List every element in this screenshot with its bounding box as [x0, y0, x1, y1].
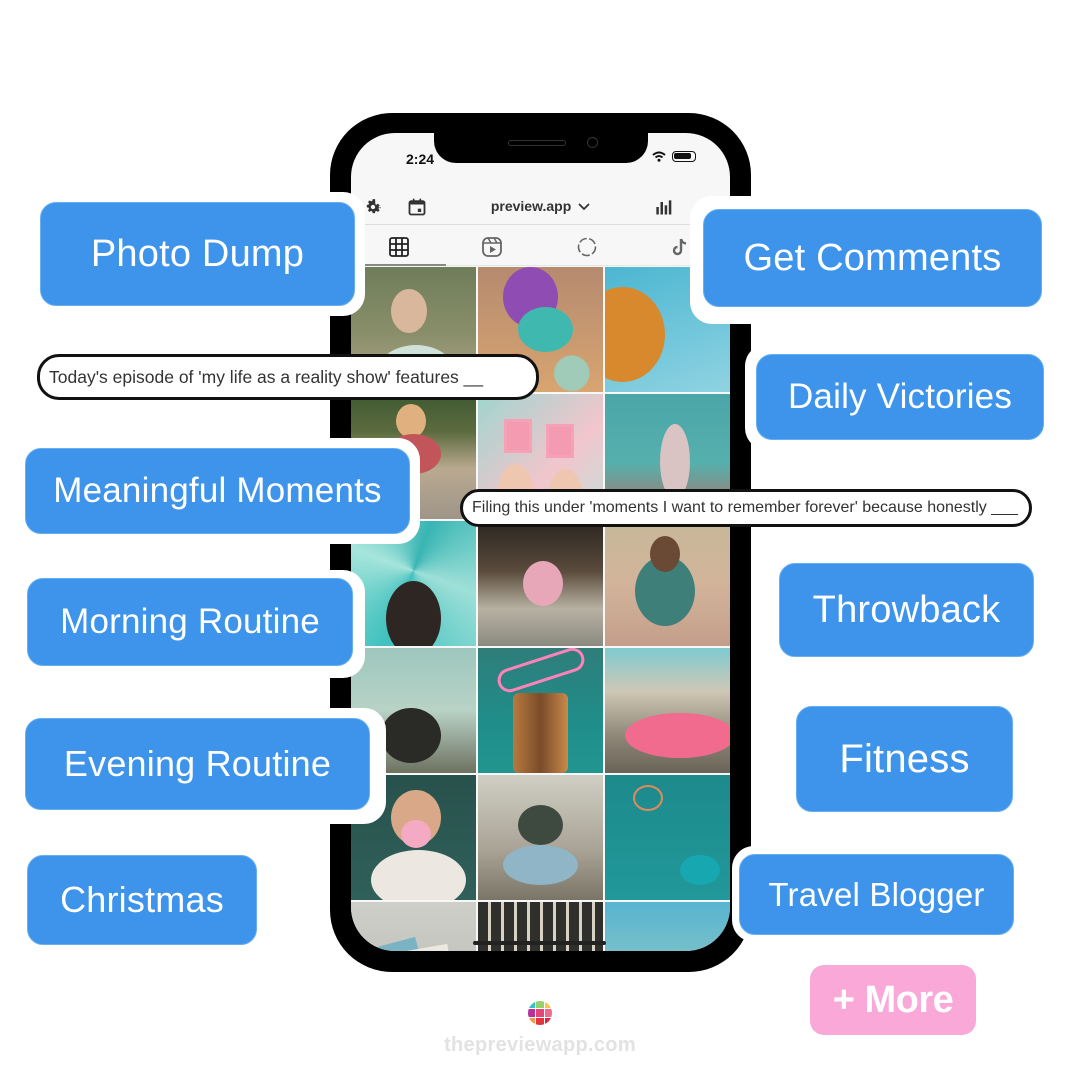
tag-travel-blogger[interactable]: Travel Blogger [739, 854, 1014, 935]
grid-icon[interactable] [388, 236, 410, 258]
grid-photo[interactable] [351, 902, 476, 951]
bar-chart-icon[interactable] [653, 197, 673, 217]
home-indicator [473, 941, 606, 945]
account-switcher[interactable]: preview.app [351, 198, 730, 214]
preview-app-logo [528, 1001, 552, 1025]
status-icons [652, 151, 696, 162]
tag-christmas[interactable]: Christmas [27, 855, 257, 945]
tag-fitness[interactable]: Fitness [796, 706, 1013, 812]
front-camera [587, 137, 598, 148]
tiktok-icon[interactable] [669, 236, 691, 258]
tag-daily-victories[interactable]: Daily Victories [756, 354, 1044, 440]
phone-screen: 2:24 preview.app [351, 133, 730, 951]
grid-photo[interactable] [605, 648, 730, 773]
grid-photo[interactable] [478, 648, 603, 773]
wifi-icon [652, 151, 666, 162]
grid-photo[interactable] [605, 902, 730, 951]
reels-icon[interactable] [481, 236, 503, 258]
grid-photo[interactable] [605, 521, 730, 646]
tag-throwback[interactable]: Throwback [779, 563, 1034, 657]
app-header: preview.app [351, 189, 730, 225]
website-url[interactable]: thepreviewapp.com [0, 1034, 1080, 1057]
more-button[interactable]: + More [810, 965, 976, 1035]
stories-icon[interactable] [576, 236, 598, 258]
caption-moments[interactable]: Filing this under 'moments I want to rem… [460, 489, 1032, 527]
account-name: preview.app [490, 198, 572, 214]
active-tab-indicator [351, 264, 446, 266]
tag-photo-dump[interactable]: Photo Dump [40, 202, 355, 306]
chevron-down-icon [578, 203, 590, 211]
grid-photo[interactable] [478, 521, 603, 646]
phone-notch [434, 133, 648, 163]
tag-evening-routine[interactable]: Evening Routine [25, 718, 370, 810]
tag-morning-routine[interactable]: Morning Routine [27, 578, 353, 666]
grid-photo[interactable] [478, 775, 603, 900]
grid-photo[interactable] [605, 775, 730, 900]
tag-get-comments[interactable]: Get Comments [703, 209, 1042, 307]
battery-icon [672, 151, 696, 162]
status-time: 2:24 [406, 151, 435, 167]
content-tabs [351, 226, 730, 266]
tag-meaningful-moments[interactable]: Meaningful Moments [25, 448, 410, 534]
caption-reality-show[interactable]: Today's episode of 'my life as a reality… [37, 354, 539, 400]
speaker-grille [508, 140, 566, 146]
